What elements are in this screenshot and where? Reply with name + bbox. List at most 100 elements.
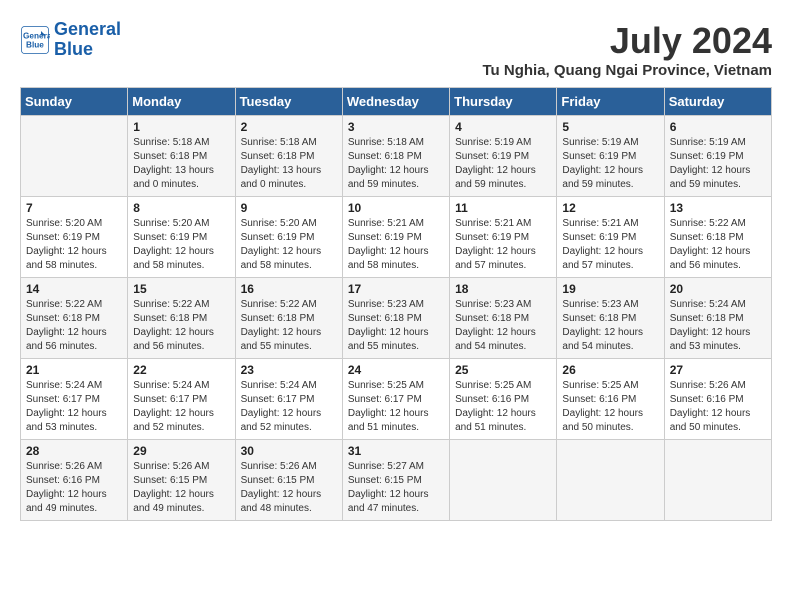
calendar-cell: 5 Sunrise: 5:19 AM Sunset: 6:19 PM Daylig… xyxy=(557,116,664,197)
calendar-cell: 27 Sunrise: 5:26 AM Sunset: 6:16 PM Dayli… xyxy=(664,359,771,440)
day-number: 11 xyxy=(455,201,551,215)
day-number: 24 xyxy=(348,363,444,377)
logo-text: GeneralBlue xyxy=(54,20,121,60)
calendar-week-row: 7 Sunrise: 5:20 AM Sunset: 6:19 PM Daylig… xyxy=(21,197,772,278)
day-number: 28 xyxy=(26,444,122,458)
day-info: Sunrise: 5:18 AM Sunset: 6:18 PM Dayligh… xyxy=(133,136,229,192)
calendar-week-row: 28 Sunrise: 5:26 AM Sunset: 6:16 PM Dayli… xyxy=(21,440,772,521)
calendar-cell: 8Sunrise: 5:20 AM Sunset: 6:19 PM Daylig… xyxy=(128,197,235,278)
day-number: 16 xyxy=(241,282,337,296)
day-info: Sunrise: 5:19 AM Sunset: 6:19 PM Dayligh… xyxy=(455,136,551,192)
day-number: 29 xyxy=(133,444,229,458)
day-info: Sunrise: 5:24 AM Sunset: 6:17 PM Dayligh… xyxy=(241,379,337,435)
day-number: 20 xyxy=(670,282,766,296)
calendar-cell: 28 Sunrise: 5:26 AM Sunset: 6:16 PM Dayli… xyxy=(21,440,128,521)
col-saturday: Saturday xyxy=(664,88,771,116)
day-info: Sunrise: 5:23 AM Sunset: 6:18 PM Dayligh… xyxy=(348,298,444,354)
calendar-cell: 9Sunrise: 5:20 AM Sunset: 6:19 PM Daylig… xyxy=(235,197,342,278)
day-number: 31 xyxy=(348,444,444,458)
month-year-title: July 2024 xyxy=(483,20,773,62)
day-number: 25 xyxy=(455,363,551,377)
day-number: 10 xyxy=(348,201,444,215)
calendar-cell: 7 Sunrise: 5:20 AM Sunset: 6:19 PM Daylig… xyxy=(21,197,128,278)
day-number: 22 xyxy=(133,363,229,377)
calendar-cell: 31Sunrise: 5:27 AM Sunset: 6:15 PM Dayli… xyxy=(342,440,449,521)
day-number: 17 xyxy=(348,282,444,296)
day-info: Sunrise: 5:23 AM Sunset: 6:18 PM Dayligh… xyxy=(455,298,551,354)
day-number: 14 xyxy=(26,282,122,296)
day-number: 2 xyxy=(241,120,337,134)
calendar-week-row: 1 Sunrise: 5:18 AM Sunset: 6:18 PM Daylig… xyxy=(21,116,772,197)
col-friday: Friday xyxy=(557,88,664,116)
day-number: 3 xyxy=(348,120,444,134)
day-number: 9 xyxy=(241,201,337,215)
day-info: Sunrise: 5:21 AM Sunset: 6:19 PM Dayligh… xyxy=(562,217,658,273)
day-info: Sunrise: 5:22 AM Sunset: 6:18 PM Dayligh… xyxy=(26,298,122,354)
day-info: Sunrise: 5:18 AM Sunset: 6:18 PM Dayligh… xyxy=(348,136,444,192)
day-number: 1 xyxy=(133,120,229,134)
day-info: Sunrise: 5:26 AM Sunset: 6:15 PM Dayligh… xyxy=(241,460,337,516)
calendar-cell xyxy=(557,440,664,521)
day-number: 6 xyxy=(670,120,766,134)
calendar-cell: 2Sunrise: 5:18 AM Sunset: 6:18 PM Daylig… xyxy=(235,116,342,197)
calendar-cell: 3 Sunrise: 5:18 AM Sunset: 6:18 PM Daylig… xyxy=(342,116,449,197)
calendar-body: 1 Sunrise: 5:18 AM Sunset: 6:18 PM Daylig… xyxy=(21,116,772,521)
calendar-cell: 14 Sunrise: 5:22 AM Sunset: 6:18 PM Dayli… xyxy=(21,278,128,359)
svg-text:Blue: Blue xyxy=(26,40,44,49)
calendar-cell: 10 Sunrise: 5:21 AM Sunset: 6:19 PM Dayli… xyxy=(342,197,449,278)
col-monday: Monday xyxy=(128,88,235,116)
title-block: July 2024 Tu Nghia, Quang Ngai Province,… xyxy=(483,20,773,79)
day-info: Sunrise: 5:22 AM Sunset: 6:18 PM Dayligh… xyxy=(133,298,229,354)
calendar-table: Sunday Monday Tuesday Wednesday Thursday… xyxy=(20,87,772,521)
day-number: 26 xyxy=(562,363,658,377)
calendar-cell: 16 Sunrise: 5:22 AM Sunset: 6:18 PM Dayli… xyxy=(235,278,342,359)
calendar-cell xyxy=(21,116,128,197)
day-info: Sunrise: 5:22 AM Sunset: 6:18 PM Dayligh… xyxy=(241,298,337,354)
calendar-week-row: 21 Sunrise: 5:24 AM Sunset: 6:17 PM Dayli… xyxy=(21,359,772,440)
day-info: Sunrise: 5:26 AM Sunset: 6:15 PM Dayligh… xyxy=(133,460,229,516)
day-number: 8 xyxy=(133,201,229,215)
calendar-cell: 15 Sunrise: 5:22 AM Sunset: 6:18 PM Dayli… xyxy=(128,278,235,359)
day-info: Sunrise: 5:25 AM Sunset: 6:16 PM Dayligh… xyxy=(455,379,551,435)
day-number: 21 xyxy=(26,363,122,377)
col-sunday: Sunday xyxy=(21,88,128,116)
logo-icon: General Blue xyxy=(20,25,50,55)
col-wednesday: Wednesday xyxy=(342,88,449,116)
day-number: 18 xyxy=(455,282,551,296)
calendar-cell: 30Sunrise: 5:26 AM Sunset: 6:15 PM Dayli… xyxy=(235,440,342,521)
day-info: Sunrise: 5:26 AM Sunset: 6:16 PM Dayligh… xyxy=(26,460,122,516)
day-info: Sunrise: 5:22 AM Sunset: 6:18 PM Dayligh… xyxy=(670,217,766,273)
day-number: 27 xyxy=(670,363,766,377)
day-number: 15 xyxy=(133,282,229,296)
calendar-cell: 20 Sunrise: 5:24 AM Sunset: 6:18 PM Dayli… xyxy=(664,278,771,359)
day-info: Sunrise: 5:24 AM Sunset: 6:17 PM Dayligh… xyxy=(26,379,122,435)
day-info: Sunrise: 5:19 AM Sunset: 6:19 PM Dayligh… xyxy=(562,136,658,192)
calendar-cell: 4 Sunrise: 5:19 AM Sunset: 6:19 PM Daylig… xyxy=(450,116,557,197)
calendar-cell: 21 Sunrise: 5:24 AM Sunset: 6:17 PM Dayli… xyxy=(21,359,128,440)
calendar-cell: 19Sunrise: 5:23 AM Sunset: 6:18 PM Dayli… xyxy=(557,278,664,359)
day-info: Sunrise: 5:24 AM Sunset: 6:18 PM Dayligh… xyxy=(670,298,766,354)
day-number: 7 xyxy=(26,201,122,215)
day-info: Sunrise: 5:21 AM Sunset: 6:19 PM Dayligh… xyxy=(348,217,444,273)
calendar-cell: 29 Sunrise: 5:26 AM Sunset: 6:15 PM Dayli… xyxy=(128,440,235,521)
day-info: Sunrise: 5:24 AM Sunset: 6:17 PM Dayligh… xyxy=(133,379,229,435)
day-number: 4 xyxy=(455,120,551,134)
day-info: Sunrise: 5:26 AM Sunset: 6:16 PM Dayligh… xyxy=(670,379,766,435)
location-text: Tu Nghia, Quang Ngai Province, Vietnam xyxy=(483,62,773,79)
calendar-cell: 23Sunrise: 5:24 AM Sunset: 6:17 PM Dayli… xyxy=(235,359,342,440)
calendar-cell: 22 Sunrise: 5:24 AM Sunset: 6:17 PM Dayli… xyxy=(128,359,235,440)
svg-text:General: General xyxy=(23,31,50,40)
calendar-cell xyxy=(450,440,557,521)
day-number: 13 xyxy=(670,201,766,215)
calendar-cell: 25 Sunrise: 5:25 AM Sunset: 6:16 PM Dayli… xyxy=(450,359,557,440)
day-info: Sunrise: 5:20 AM Sunset: 6:19 PM Dayligh… xyxy=(26,217,122,273)
calendar-cell: 12Sunrise: 5:21 AM Sunset: 6:19 PM Dayli… xyxy=(557,197,664,278)
day-info: Sunrise: 5:19 AM Sunset: 6:19 PM Dayligh… xyxy=(670,136,766,192)
page-header: General Blue GeneralBlue July 2024 Tu Ng… xyxy=(20,20,772,79)
calendar-cell: 1 Sunrise: 5:18 AM Sunset: 6:18 PM Daylig… xyxy=(128,116,235,197)
day-number: 5 xyxy=(562,120,658,134)
calendar-header: Sunday Monday Tuesday Wednesday Thursday… xyxy=(21,88,772,116)
header-row: Sunday Monday Tuesday Wednesday Thursday… xyxy=(21,88,772,116)
day-info: Sunrise: 5:21 AM Sunset: 6:19 PM Dayligh… xyxy=(455,217,551,273)
calendar-cell: 18 Sunrise: 5:23 AM Sunset: 6:18 PM Dayli… xyxy=(450,278,557,359)
